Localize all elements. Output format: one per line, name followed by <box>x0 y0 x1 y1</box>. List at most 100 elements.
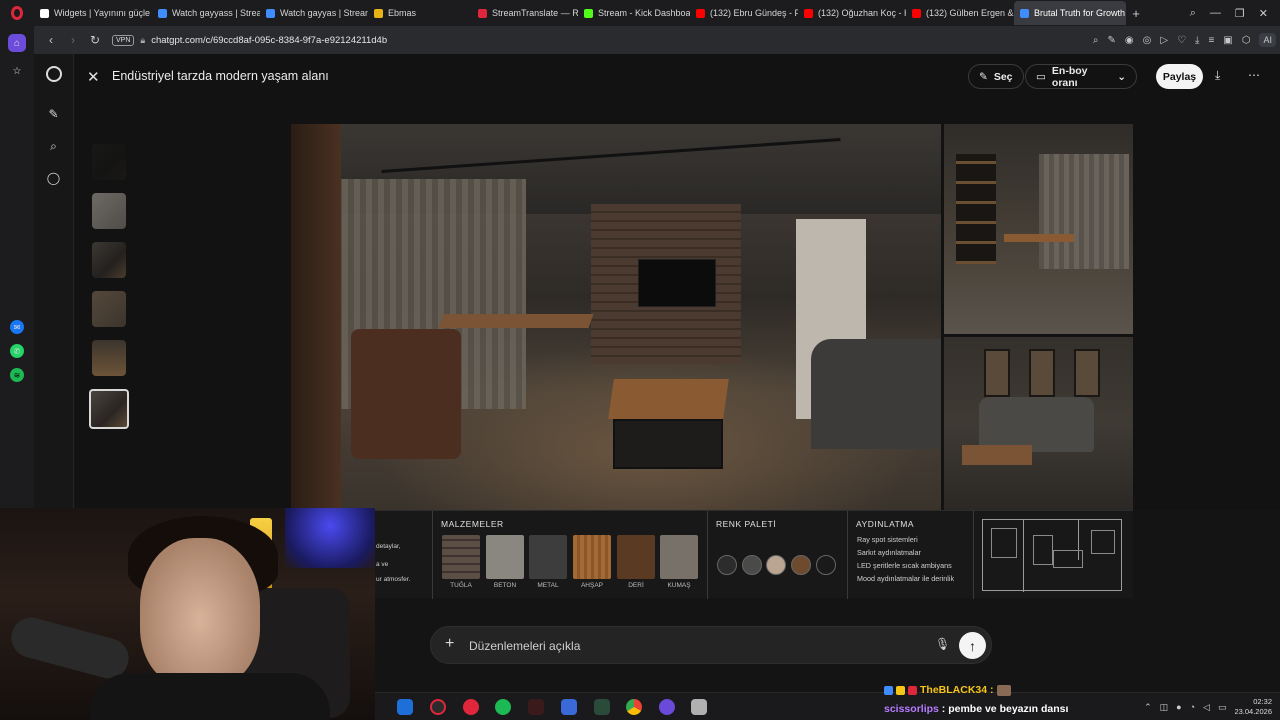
spotify-taskbar-icon[interactable] <box>495 699 511 715</box>
menu-icon[interactable]: ≡ <box>1208 35 1214 46</box>
download-icon[interactable]: ⤓ <box>1215 68 1220 83</box>
tab-streamtranslate[interactable]: StreamTranslate — Real- <box>472 1 578 25</box>
taskbar-app-icon[interactable] <box>659 699 675 715</box>
thumbnail[interactable] <box>92 242 126 278</box>
webcam-microphone <box>6 613 134 683</box>
cube-icon[interactable]: ⬡ <box>1242 35 1251 46</box>
palette-swatch <box>742 555 762 575</box>
clock[interactable]: 02:32 23.04.2026 <box>1234 697 1272 717</box>
tab-youtube-ebru[interactable]: (132) Ebru Gündeş - Fırt <box>690 1 798 25</box>
wallet-icon[interactable]: ▣ <box>1223 35 1232 46</box>
browser-tab-bar: Widgets | Yayınını güçle Watch gayyass |… <box>0 0 1280 26</box>
tab-favicon-icon <box>1020 8 1029 18</box>
more-options-icon[interactable]: ⋯ <box>1248 68 1260 82</box>
microphone-icon[interactable]: 🎙︎ <box>935 637 950 651</box>
ai-button[interactable]: AI <box>1259 33 1276 47</box>
tab-search-icon[interactable]: ⌕ <box>1190 7 1196 20</box>
vpn-badge[interactable]: VPN <box>112 34 135 46</box>
download-icon[interactable]: ⤓ <box>1195 35 1199 46</box>
new-chat-icon[interactable]: ✎ <box>46 106 62 122</box>
image-frame <box>984 349 1010 397</box>
spotify-icon[interactable]: ≋ <box>10 368 24 382</box>
thumbnail[interactable] <box>92 144 126 180</box>
main-render-image[interactable] <box>291 124 941 510</box>
material-brick-swatch <box>442 535 480 579</box>
tab-favicon-icon <box>912 8 921 18</box>
whatsapp-icon[interactable]: ✆ <box>10 344 24 358</box>
tab-brutal-truth[interactable]: Brutal Truth for Growth <box>1014 1 1126 25</box>
lock-icon[interactable]: 🔒︎ <box>140 35 145 46</box>
send-button[interactable]: ↑ <box>959 632 986 659</box>
aspect-ratio-dropdown[interactable]: ▭ En-boy oranı ⌄ <box>1025 64 1137 89</box>
chat-text: : pembe ve beyazın dansı <box>938 703 1069 715</box>
zoom-icon[interactable]: ⌕ <box>1093 35 1099 46</box>
chat-bubble-icon[interactable]: ◯ <box>46 170 62 186</box>
chatgpt-logo-icon[interactable] <box>45 66 62 82</box>
side-render-lounge[interactable] <box>944 337 1133 510</box>
tab-watch-gayyass[interactable]: Watch gayyass | Streama <box>152 1 260 25</box>
plus-icon[interactable]: + <box>445 635 454 653</box>
thumbnail[interactable] <box>92 193 126 229</box>
back-arrow-icon[interactable]: ‹ <box>40 33 62 47</box>
opera-sidebar: ⌂ ☆ ✉ ✆ ≋ <box>0 26 34 510</box>
chat-badge-icon <box>884 685 893 695</box>
material-metal-swatch <box>529 535 567 579</box>
edit-icon[interactable]: ✎ <box>1108 35 1116 46</box>
thumbnail[interactable] <box>92 340 126 376</box>
forward-arrow-icon[interactable]: › <box>62 33 84 47</box>
side-render-dining[interactable] <box>944 124 1133 334</box>
reload-icon[interactable]: ↻ <box>84 33 106 47</box>
close-icon[interactable]: ✕ <box>87 68 100 86</box>
home-icon[interactable]: ⌂ <box>8 34 26 52</box>
star-icon[interactable]: ☆ <box>8 62 26 80</box>
new-tab-plus-icon[interactable]: + <box>1126 6 1146 21</box>
image-sofa <box>811 339 941 449</box>
prompt-input[interactable] <box>469 637 909 655</box>
heart-icon[interactable]: ♡ <box>1177 35 1186 46</box>
select-button[interactable]: ✎ Seç <box>968 64 1024 89</box>
stream-chat-overlay: TheBLACK34 : scissorlips : pembe ve beya… <box>880 684 1240 720</box>
palette-swatch <box>816 555 836 575</box>
chrome-taskbar-icon[interactable] <box>626 699 642 715</box>
image-shelf <box>956 154 996 264</box>
tab-youtube-gulben[interactable]: (132) Gülben Ergen & Oğ <box>906 1 1014 25</box>
tab-youtube-oguzhan[interactable]: (132) Oğuzhan Koç - Her <box>798 1 906 25</box>
shield-icon[interactable]: ◎ <box>1143 35 1152 46</box>
tab-widgets[interactable]: Widgets | Yayınını güçle <box>34 1 152 25</box>
image-coffee-table-base <box>613 419 723 469</box>
tab-kick-dashboard[interactable]: Stream - Kick Dashboard <box>578 1 690 25</box>
opera-taskbar-icon[interactable] <box>463 699 479 715</box>
floorplan-section <box>973 511 1133 599</box>
image-coffee-table-top <box>608 379 729 419</box>
tab-favicon-icon <box>584 8 593 18</box>
thumbnail[interactable] <box>92 291 126 327</box>
close-window-icon[interactable]: ✕ <box>1259 7 1268 20</box>
palette-swatch <box>766 555 786 575</box>
taskbar-app-icon[interactable] <box>691 699 707 715</box>
opera-logo-icon[interactable] <box>0 0 34 26</box>
taskbar-app-icon[interactable] <box>561 699 577 715</box>
maximize-icon[interactable]: ❐ <box>1235 7 1245 20</box>
share-button[interactable]: Paylaş <box>1156 64 1203 89</box>
taskbar-app-icon[interactable] <box>594 699 610 715</box>
taskbar-app-icon[interactable] <box>430 699 446 715</box>
tab-ebmas[interactable]: Ebmas <box>368 1 472 25</box>
taskbar-app-icon[interactable] <box>397 699 413 715</box>
image-history-thumbnails <box>89 144 129 429</box>
minimize-icon[interactable]: — <box>1210 7 1221 19</box>
webcam-overlay <box>0 508 375 720</box>
tab-watch-gayyas[interactable]: Watch gayyas | Streamat <box>260 1 368 25</box>
prompt-bar: + 🎙︎ ↑ <box>430 626 992 664</box>
floorplan-room <box>1091 530 1115 554</box>
taskbar-app-icon[interactable] <box>528 699 544 715</box>
webcam-body <box>90 673 330 720</box>
search-icon[interactable]: ⌕ <box>46 138 62 154</box>
lighting-section: AYDINLATMA Ray spot sistemleri Sarkıt ay… <box>847 511 973 599</box>
messenger-icon[interactable]: ✉ <box>10 320 24 334</box>
camera-icon[interactable]: ◉ <box>1125 35 1134 46</box>
image-leather-chair <box>351 329 461 459</box>
image-tv <box>638 259 716 307</box>
play-icon[interactable]: ▷ <box>1160 35 1168 46</box>
url-field[interactable]: chatgpt.com/c/69ccd8af-095c-8384-9f7a-e9… <box>151 35 387 46</box>
thumbnail-selected[interactable] <box>89 389 129 429</box>
